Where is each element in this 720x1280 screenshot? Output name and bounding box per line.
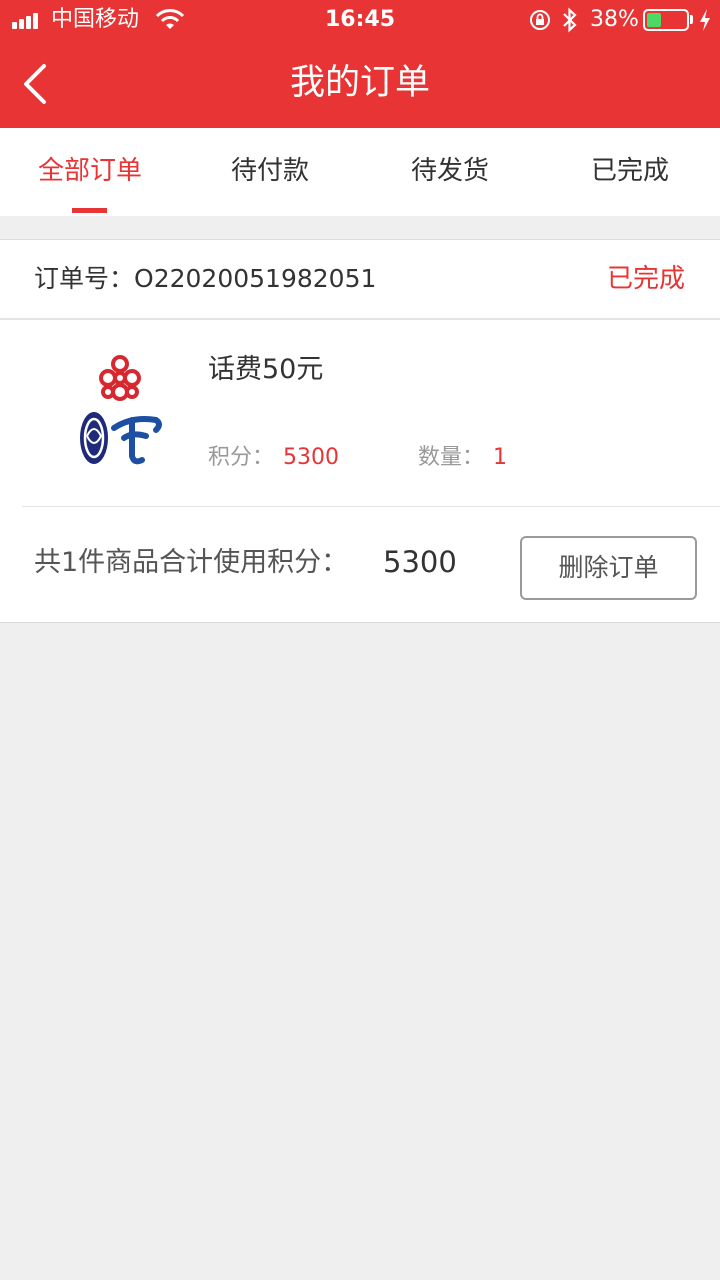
order-number-value: O22020051982051 (134, 264, 377, 293)
active-tab-indicator (72, 208, 107, 213)
tab-all-orders[interactable]: 全部订单 (0, 128, 180, 216)
tab-pending-shipment[interactable]: 待发货 (360, 128, 540, 216)
rotation-lock-icon (530, 10, 550, 30)
points-value: 5300 (283, 445, 339, 470)
quantity-label: 数量： (418, 445, 485, 470)
order-tabs: 全部订单 待付款 待发货 已完成 (0, 128, 720, 216)
product-name[interactable]: 话费50元 (208, 352, 323, 388)
tab-pending-payment[interactable]: 待付款 (180, 128, 360, 216)
tab-completed[interactable]: 已完成 (540, 128, 720, 216)
order-card: 订单号：O22020051982051 已完成 话费50元 积分： 5300 数… (0, 239, 720, 623)
status-bar: 中国移动 16:45 38% (0, 0, 720, 40)
app-screen: 中国移动 16:45 38% 我的订单 全部订单 待付款 待发货 已完成 订单号… (0, 0, 720, 1280)
order-number: 订单号：O22020051982051 (34, 262, 376, 296)
battery-cap (690, 15, 693, 24)
order-summary-text: 共1件商品合计使用积分： (34, 547, 349, 578)
divider (22, 506, 720, 507)
delete-order-button[interactable]: 删除订单 (520, 536, 697, 600)
order-number-label: 订单号： (34, 264, 135, 293)
battery-level-fill (647, 13, 661, 27)
app-header: 中国移动 16:45 38% 我的订单 (0, 0, 720, 128)
quantity-value: 1 (493, 445, 507, 470)
order-summary-points: 5300 (383, 545, 457, 579)
order-status-badge: 已完成 (606, 264, 685, 294)
telecom-operators-logo-icon[interactable] (72, 350, 168, 470)
page-title: 我的订单 (289, 63, 430, 103)
battery-percent: 38% (590, 7, 639, 32)
battery-icon (643, 9, 689, 31)
bluetooth-icon (563, 7, 577, 33)
nav-bar: 我的订单 (0, 40, 720, 128)
charging-bolt-icon (700, 9, 710, 31)
points-label: 积分： (208, 445, 275, 470)
divider (0, 318, 720, 320)
